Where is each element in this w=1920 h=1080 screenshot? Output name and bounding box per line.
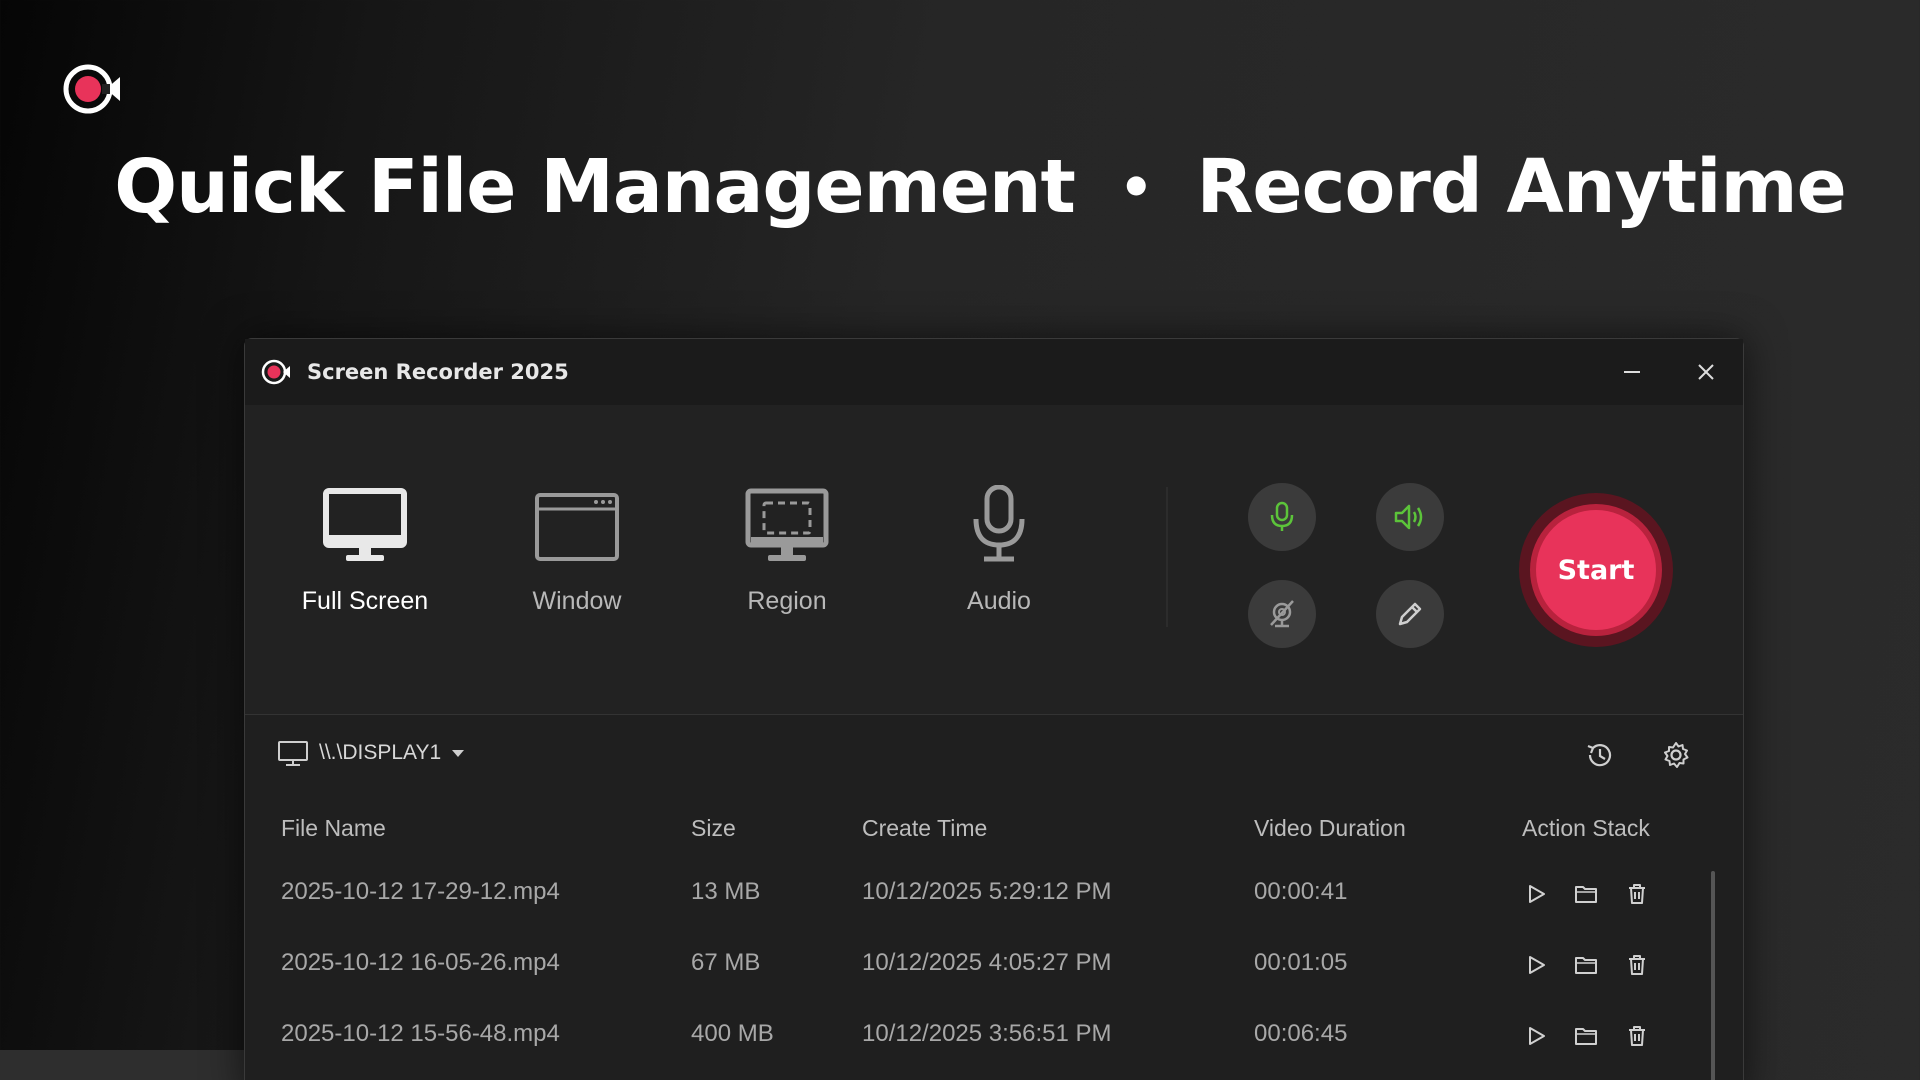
- monitor-icon: [323, 488, 407, 561]
- history-icon: [1587, 744, 1612, 767]
- column-header-video-duration[interactable]: Video Duration: [1254, 815, 1406, 842]
- title-bar[interactable]: Screen Recorder 2025: [245, 339, 1743, 405]
- file-create-time: 10/12/2025 4:05:27 PM: [862, 949, 1112, 976]
- folder-icon: [1575, 1028, 1597, 1045]
- column-header-create-time[interactable]: Create Time: [862, 815, 987, 842]
- display-selector[interactable]: \\.\DISPLAY1: [277, 739, 465, 767]
- minimize-icon: [1624, 371, 1640, 373]
- start-button[interactable]: Start: [1536, 510, 1656, 630]
- play-button[interactable]: [1520, 1020, 1552, 1052]
- headline: Quick File Management • Record Anytime: [0, 144, 1920, 230]
- play-icon: [1529, 885, 1545, 903]
- trash-icon: [1629, 884, 1645, 904]
- scrollbar[interactable]: [1711, 871, 1715, 1080]
- delete-button[interactable]: [1621, 1020, 1653, 1052]
- mode-region[interactable]: Region: [702, 485, 872, 616]
- headline-left: Quick File Management: [114, 144, 1076, 230]
- headline-separator: •: [1118, 155, 1154, 219]
- file-create-time: 10/12/2025 5:29:12 PM: [862, 878, 1112, 905]
- webcam-toggle[interactable]: [1248, 580, 1316, 648]
- trash-icon: [1629, 955, 1645, 975]
- column-header-size[interactable]: Size: [691, 815, 736, 842]
- capture-toolbar: Full Screen Window Region Audio Start: [245, 405, 1743, 715]
- microphone-toggle[interactable]: [1248, 483, 1316, 551]
- open-folder-button[interactable]: [1570, 1020, 1602, 1052]
- file-name: 2025-10-12 17-29-12.mp4: [281, 878, 560, 905]
- mode-label: Full Screen: [301, 587, 429, 615]
- chevron-down-icon: [452, 750, 465, 757]
- app-title: Screen Recorder 2025: [307, 360, 569, 384]
- file-duration: 00:01:05: [1254, 949, 1348, 976]
- microphone-icon: [973, 485, 1025, 562]
- microphone-icon: [1270, 501, 1294, 531]
- headline-right: Record Anytime: [1196, 144, 1846, 230]
- play-icon: [1529, 956, 1545, 974]
- annotation-toggle[interactable]: [1376, 580, 1444, 648]
- mode-label: Region: [747, 587, 827, 615]
- table-row[interactable]: 2025-10-12 17-29-12.mp4 13 MB 10/12/2025…: [245, 860, 1725, 930]
- file-size: 400 MB: [691, 1020, 774, 1047]
- background-strip: [0, 1050, 250, 1080]
- folder-icon: [1575, 886, 1597, 903]
- play-icon: [1529, 1027, 1545, 1045]
- file-size: 13 MB: [691, 878, 761, 905]
- delete-button[interactable]: [1621, 878, 1653, 910]
- table-row[interactable]: 2025-10-12 15-56-48.mp4 400 MB 10/12/202…: [245, 1002, 1725, 1072]
- pen-icon: [1398, 602, 1422, 626]
- file-name: 2025-10-12 16-05-26.mp4: [281, 949, 560, 976]
- speaker-icon: [1394, 504, 1423, 530]
- monitor-icon: [278, 741, 308, 766]
- history-button[interactable]: [1581, 737, 1617, 773]
- folder-icon: [1575, 957, 1597, 974]
- file-size: 67 MB: [691, 949, 761, 976]
- file-duration: 00:06:45: [1254, 1020, 1348, 1047]
- record-logo-icon: [261, 359, 290, 385]
- play-button[interactable]: [1520, 949, 1552, 981]
- mode-label: Audio: [967, 587, 1031, 615]
- toolbar-divider: [1166, 487, 1168, 627]
- file-name: 2025-10-12 15-56-48.mp4: [281, 1020, 560, 1047]
- file-create-time: 10/12/2025 3:56:51 PM: [862, 1020, 1112, 1047]
- column-header-action-stack: Action Stack: [1522, 815, 1650, 841]
- file-duration: 00:00:41: [1254, 878, 1348, 905]
- close-button[interactable]: [1669, 339, 1743, 405]
- table-row[interactable]: 2025-10-12 16-05-26.mp4 67 MB 10/12/2025…: [245, 931, 1725, 1001]
- window-icon: [535, 493, 619, 561]
- settings-button[interactable]: [1658, 737, 1694, 773]
- column-header-file-name[interactable]: File Name: [281, 815, 386, 842]
- trash-icon: [1629, 1026, 1645, 1046]
- mode-window[interactable]: Window: [492, 485, 662, 616]
- mode-full-screen[interactable]: Full Screen: [280, 485, 450, 616]
- system-audio-toggle[interactable]: [1376, 483, 1444, 551]
- display-name: \\.\DISPLAY1: [319, 741, 442, 764]
- delete-button[interactable]: [1621, 949, 1653, 981]
- play-button[interactable]: [1520, 878, 1552, 910]
- start-button-ring: Start: [1519, 493, 1673, 647]
- close-icon: [1698, 364, 1714, 380]
- gear-icon: [1664, 742, 1689, 768]
- open-folder-button[interactable]: [1570, 878, 1602, 910]
- brand-logo-icon: [63, 64, 120, 114]
- app-window: Screen Recorder 2025 Full Screen Window …: [244, 338, 1744, 1080]
- camera-off-icon: [1270, 600, 1294, 628]
- mode-label: Window: [532, 587, 622, 615]
- mode-audio[interactable]: Audio: [914, 485, 1084, 616]
- region-icon: [745, 488, 829, 561]
- minimize-button[interactable]: [1595, 339, 1669, 405]
- recordings-panel: \\.\DISPLAY1 File Name Size Create Time …: [245, 715, 1743, 1080]
- open-folder-button[interactable]: [1570, 949, 1602, 981]
